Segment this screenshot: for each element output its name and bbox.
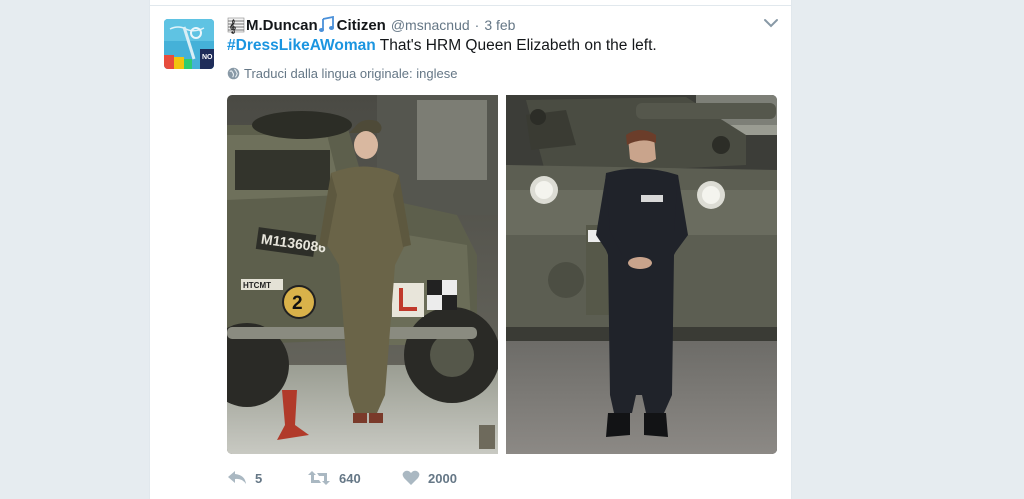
reply-count: 5 bbox=[255, 470, 263, 486]
media-gap bbox=[498, 95, 506, 454]
tweet-text: #DressLikeAWoman That's HRM Queen Elizab… bbox=[227, 37, 657, 55]
screen-name[interactable]: @msnacnud bbox=[391, 17, 470, 33]
media-container[interactable]: M1136086 HTCMT 2 bbox=[227, 95, 777, 454]
avatar[interactable]: NO bbox=[164, 19, 214, 69]
tweet-card[interactable]: NO 𝄞 M.Duncan Citizen @msnacnud · 3 feb … bbox=[149, 0, 792, 499]
display-name-text: M.Duncan bbox=[246, 16, 318, 34]
separator: · bbox=[474, 17, 480, 33]
display-name[interactable]: 𝄞 M.Duncan Citizen bbox=[227, 16, 386, 34]
translate-link[interactable]: Traduci dalla lingua originale: inglese bbox=[227, 66, 457, 81]
photo-left[interactable]: M1136086 HTCMT 2 bbox=[227, 95, 498, 454]
tweet-header: 𝄞 M.Duncan Citizen @msnacnud · 3 feb bbox=[227, 15, 515, 35]
like-count: 2000 bbox=[428, 470, 457, 486]
globe-icon bbox=[227, 67, 240, 80]
svg-text:2: 2 bbox=[292, 293, 303, 314]
hashtag-link[interactable]: #DressLikeAWoman bbox=[227, 37, 376, 54]
reply-icon bbox=[228, 471, 246, 484]
photo-right[interactable] bbox=[506, 95, 777, 454]
svg-text:HTCMT: HTCMT bbox=[243, 281, 271, 290]
retweet-count: 640 bbox=[339, 470, 361, 486]
heart-icon bbox=[402, 470, 420, 485]
like-button[interactable]: 2000 bbox=[402, 470, 457, 486]
tweet-body: That's HRM Queen Elizabeth on the left. bbox=[375, 37, 657, 54]
timestamp[interactable]: 3 feb bbox=[484, 17, 515, 33]
display-name-suffix: Citizen bbox=[336, 16, 386, 34]
divider bbox=[150, 5, 791, 6]
svg-text:𝄞: 𝄞 bbox=[229, 18, 236, 34]
chevron-down-icon[interactable] bbox=[763, 17, 779, 29]
retweet-button[interactable]: 640 bbox=[307, 470, 402, 486]
retweet-icon bbox=[308, 471, 330, 485]
translate-label: Traduci dalla lingua originale: inglese bbox=[244, 66, 458, 81]
music-notes-icon bbox=[318, 16, 334, 32]
music-staff-icon: 𝄞 bbox=[227, 17, 245, 34]
tweet-actions: 5 640 2000 bbox=[227, 466, 457, 490]
svg-text:NO: NO bbox=[202, 54, 213, 61]
reply-button[interactable]: 5 bbox=[227, 470, 307, 486]
